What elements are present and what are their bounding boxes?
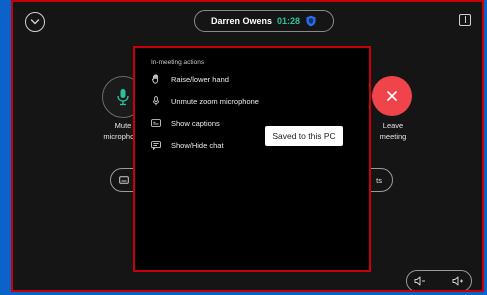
action-show-hide-chat[interactable]: Show/Hide chat [151,139,224,151]
more-actions-label: ts [376,175,382,185]
microphone-icon [116,88,130,106]
microphone-icon [151,96,161,106]
action-label: Raise/lower hand [171,74,229,84]
action-show-captions[interactable]: Show captions [151,117,220,129]
hand-icon [151,74,161,84]
action-raise-hand[interactable]: Raise/lower hand [151,73,229,85]
captions-icon [151,118,161,128]
volume-up-icon[interactable] [452,276,464,286]
meeting-timer: 01:28 [277,16,301,26]
action-label: Show/Hide chat [171,140,224,150]
action-label: Unmute zoom microphone [171,96,259,106]
close-icon [386,90,398,102]
layout-icon[interactable] [459,14,471,26]
leave-meeting-button[interactable] [372,76,412,116]
action-unmute-microphone[interactable]: Unmute zoom microphone [151,95,259,107]
meeting-screen: Darren Owens 01:28 Mute microphone Leave… [11,0,484,292]
in-meeting-actions-panel: In-meeting actions Raise/lower hand Unmu… [133,46,371,272]
action-label: Show captions [171,118,220,128]
saved-tooltip: Saved to this PC [265,126,343,146]
meeting-info-pill[interactable]: Darren Owens 01:28 [194,10,334,32]
collapse-button[interactable] [25,12,45,32]
chat-icon [151,140,161,150]
volume-down-icon[interactable] [414,276,426,286]
panel-title: In-meeting actions [151,59,205,66]
volume-control[interactable] [406,270,472,290]
participant-name: Darren Owens [210,16,272,26]
captions-icon [119,176,129,184]
shield-icon [305,15,317,27]
leave-meeting-label: Leave meeting [379,121,407,141]
chevron-down-icon [30,18,40,26]
